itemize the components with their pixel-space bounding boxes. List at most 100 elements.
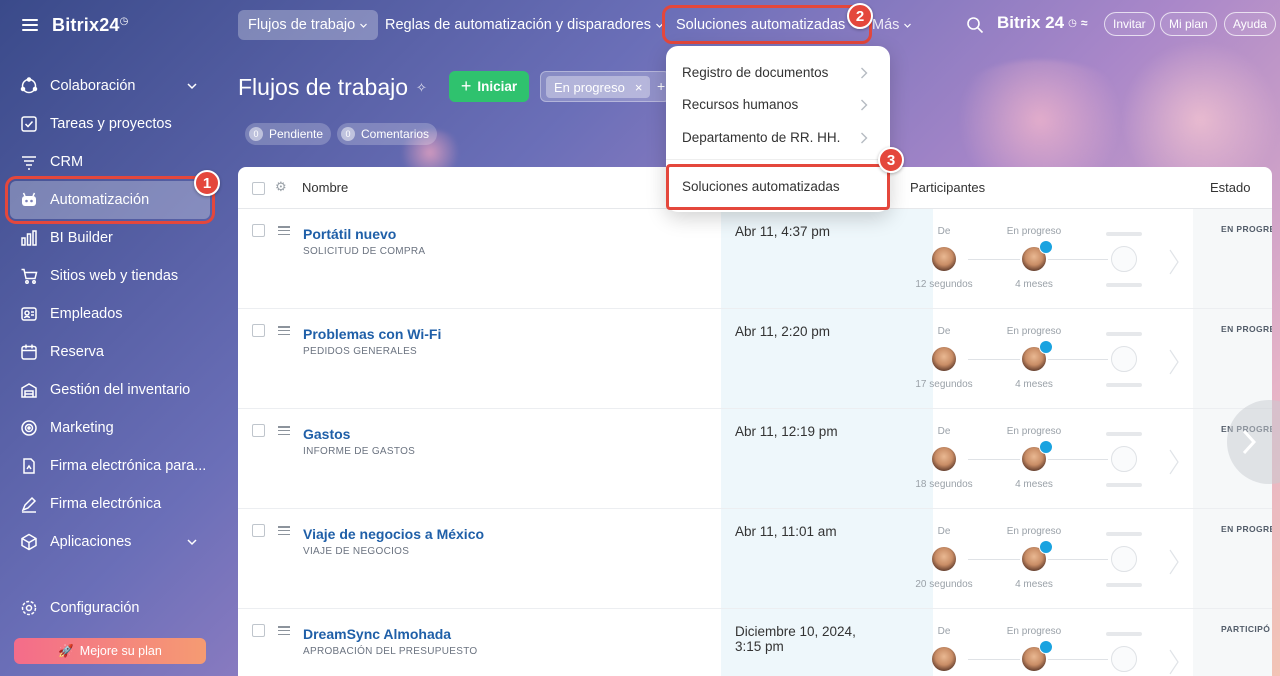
workflow-date: Abr 11, 12:19 pm <box>735 424 838 439</box>
row-checkbox[interactable] <box>252 424 265 437</box>
placeholder-bar <box>1106 232 1142 236</box>
upgrade-label: Mejore su plan <box>79 644 162 658</box>
avatar[interactable] <box>932 447 956 471</box>
sidebar-item-settings[interactable]: Configuración <box>20 599 139 617</box>
sidebar-item-label: Sitios web y tiendas <box>50 268 179 284</box>
calendar-icon <box>20 343 38 361</box>
workflow-title-link[interactable]: DreamSync Almohada <box>303 626 451 642</box>
menu-item-hr-department[interactable]: Departamento de RR. HH. <box>666 121 890 153</box>
start-button[interactable]: + Iniciar <box>449 71 529 102</box>
workflow-title-link[interactable]: Gastos <box>303 426 350 442</box>
table-row[interactable]: Gastos INFORME DE GASTOS Abr 11, 12:19 p… <box>238 409 1272 509</box>
flow-connector <box>968 659 1020 660</box>
counter-number: 0 <box>341 127 355 141</box>
sidebar-item-collaboration[interactable]: Colaboración <box>10 67 210 105</box>
flow-connector <box>968 359 1020 360</box>
status-badge: EN PROGRES <box>1221 324 1272 334</box>
sidebar-item-marketing[interactable]: Marketing <box>10 409 210 447</box>
avatar[interactable] <box>932 247 956 271</box>
tab-workflows[interactable]: Flujos de trabajo <box>238 10 379 40</box>
workflow-title-link[interactable]: Portátil nuevo <box>303 226 396 242</box>
brand-logo[interactable]: Bitrix24◷ <box>52 15 129 36</box>
in-progress-label: En progreso <box>1006 426 1062 437</box>
chevron-right-icon[interactable] <box>1168 649 1180 675</box>
column-participants[interactable]: Participantes <box>910 180 985 195</box>
sidebar-item-sites[interactable]: Sitios web y tiendas <box>10 257 210 295</box>
sidebar-item-employees[interactable]: Empleados <box>10 295 210 333</box>
start-label: Iniciar <box>477 79 518 94</box>
filter-chip-in-progress[interactable]: En progreso × <box>546 76 651 98</box>
workflow-title-link[interactable]: Viaje de negocios a México <box>303 526 484 542</box>
placeholder-bar <box>1106 332 1142 336</box>
menu-item-document-registry[interactable]: Registro de documentos <box>666 56 890 88</box>
table-row[interactable]: Viaje de negocios a México VIAJE DE NEGO… <box>238 509 1272 609</box>
empty-avatar-icon <box>1111 446 1137 472</box>
counter-pending[interactable]: 0 Pendiente <box>245 123 332 145</box>
settings-label: Configuración <box>50 600 140 616</box>
table-row[interactable]: Portátil nuevo SOLICITUD DE COMPRA Abr 1… <box>238 209 1272 309</box>
placeholder-bar <box>1106 432 1142 436</box>
avatar[interactable] <box>932 547 956 571</box>
chevron-right-icon[interactable] <box>1168 349 1180 375</box>
sidebar-item-tasks[interactable]: Tareas y proyectos <box>10 105 210 143</box>
sidebar-item-label: Automatización <box>50 192 150 208</box>
tab-automated-solutions[interactable]: Soluciones automatizadas <box>661 5 873 44</box>
my-plan-button[interactable]: Mi plan <box>1160 12 1217 36</box>
sidebar-item-automation[interactable]: Automatización <box>5 176 215 224</box>
chevron-down-icon[interactable] <box>186 80 198 92</box>
sidebar-item-bi-builder[interactable]: BI Builder <box>10 219 210 257</box>
sidebar-item-apps[interactable]: Aplicaciones <box>10 523 210 561</box>
column-status[interactable]: Estado <box>1210 180 1250 195</box>
add-filter-icon[interactable]: + <box>657 78 665 94</box>
help-button[interactable]: Ayuda <box>1224 12 1276 36</box>
counter-comments[interactable]: 0 Comentarios <box>337 123 438 145</box>
pin-icon[interactable]: ✧ <box>416 80 427 96</box>
top-navigation: Flujos de trabajo Reglas de automatizaci… <box>218 0 1280 50</box>
close-icon[interactable]: × <box>635 80 643 95</box>
settings-sliders-icon[interactable]: ≈ <box>1081 16 1088 30</box>
drag-menu-icon[interactable] <box>278 526 290 535</box>
table-row[interactable]: Problemas con Wi-Fi PEDIDOS GENERALES Ab… <box>238 309 1272 409</box>
chevron-right-icon[interactable] <box>1168 449 1180 475</box>
drag-menu-icon[interactable] <box>278 326 290 335</box>
table-body: Portátil nuevo SOLICITUD DE COMPRA Abr 1… <box>238 209 1272 676</box>
tab-label: Flujos de trabajo <box>248 17 356 33</box>
chevron-right-icon[interactable] <box>1168 549 1180 575</box>
sidebar-item-booking[interactable]: Reserva <box>10 333 210 371</box>
progress-time: 4 meses <box>1015 579 1053 590</box>
row-checkbox[interactable] <box>252 224 265 237</box>
sidebar-item-esign[interactable]: Firma electrónica <box>10 485 210 523</box>
filter-search-box[interactable]: En progreso × + <box>540 71 670 102</box>
sidebar-item-esign-business[interactable]: Firma electrónica para... <box>10 447 210 485</box>
table-row[interactable]: DreamSync Almohada APROBACIÓN DEL PRESUP… <box>238 609 1272 676</box>
drag-menu-icon[interactable] <box>278 426 290 435</box>
sidebar-nav: Colaboración Tareas y proyectos CRM Auto… <box>5 67 215 561</box>
row-checkbox[interactable] <box>252 624 265 637</box>
sidebar-item-crm[interactable]: CRM <box>10 143 210 181</box>
avatar[interactable] <box>932 647 956 671</box>
row-checkbox[interactable] <box>252 524 265 537</box>
drag-menu-icon[interactable] <box>278 626 290 635</box>
avatar[interactable] <box>932 347 956 371</box>
search-icon[interactable] <box>966 16 984 34</box>
page-title: Flujos de trabajo ✧ <box>238 74 427 101</box>
menu-item-human-resources[interactable]: Recursos humanos <box>666 88 890 120</box>
flow-connector <box>968 259 1020 260</box>
select-all-checkbox[interactable] <box>252 182 265 195</box>
workflow-title-link[interactable]: Problemas con Wi-Fi <box>303 326 441 342</box>
flow-connector <box>968 559 1020 560</box>
chevron-down-icon[interactable] <box>186 536 198 548</box>
gear-icon[interactable]: ⚙ <box>275 179 287 195</box>
menu-icon[interactable] <box>22 19 38 31</box>
chevron-right-icon[interactable] <box>1168 249 1180 275</box>
clock-icon <box>1039 240 1053 254</box>
counter-label: Pendiente <box>269 127 324 141</box>
row-checkbox[interactable] <box>252 324 265 337</box>
clock-icon <box>1039 540 1053 554</box>
tab-automation-rules[interactable]: Reglas de automatización y disparadores <box>375 10 674 40</box>
column-name[interactable]: Nombre <box>302 180 348 195</box>
drag-menu-icon[interactable] <box>278 226 290 235</box>
invite-button[interactable]: Invitar <box>1104 12 1155 36</box>
sidebar-item-inventory[interactable]: Gestión del inventario <box>10 371 210 409</box>
upgrade-plan-button[interactable]: 🚀 Mejore su plan <box>14 638 206 664</box>
